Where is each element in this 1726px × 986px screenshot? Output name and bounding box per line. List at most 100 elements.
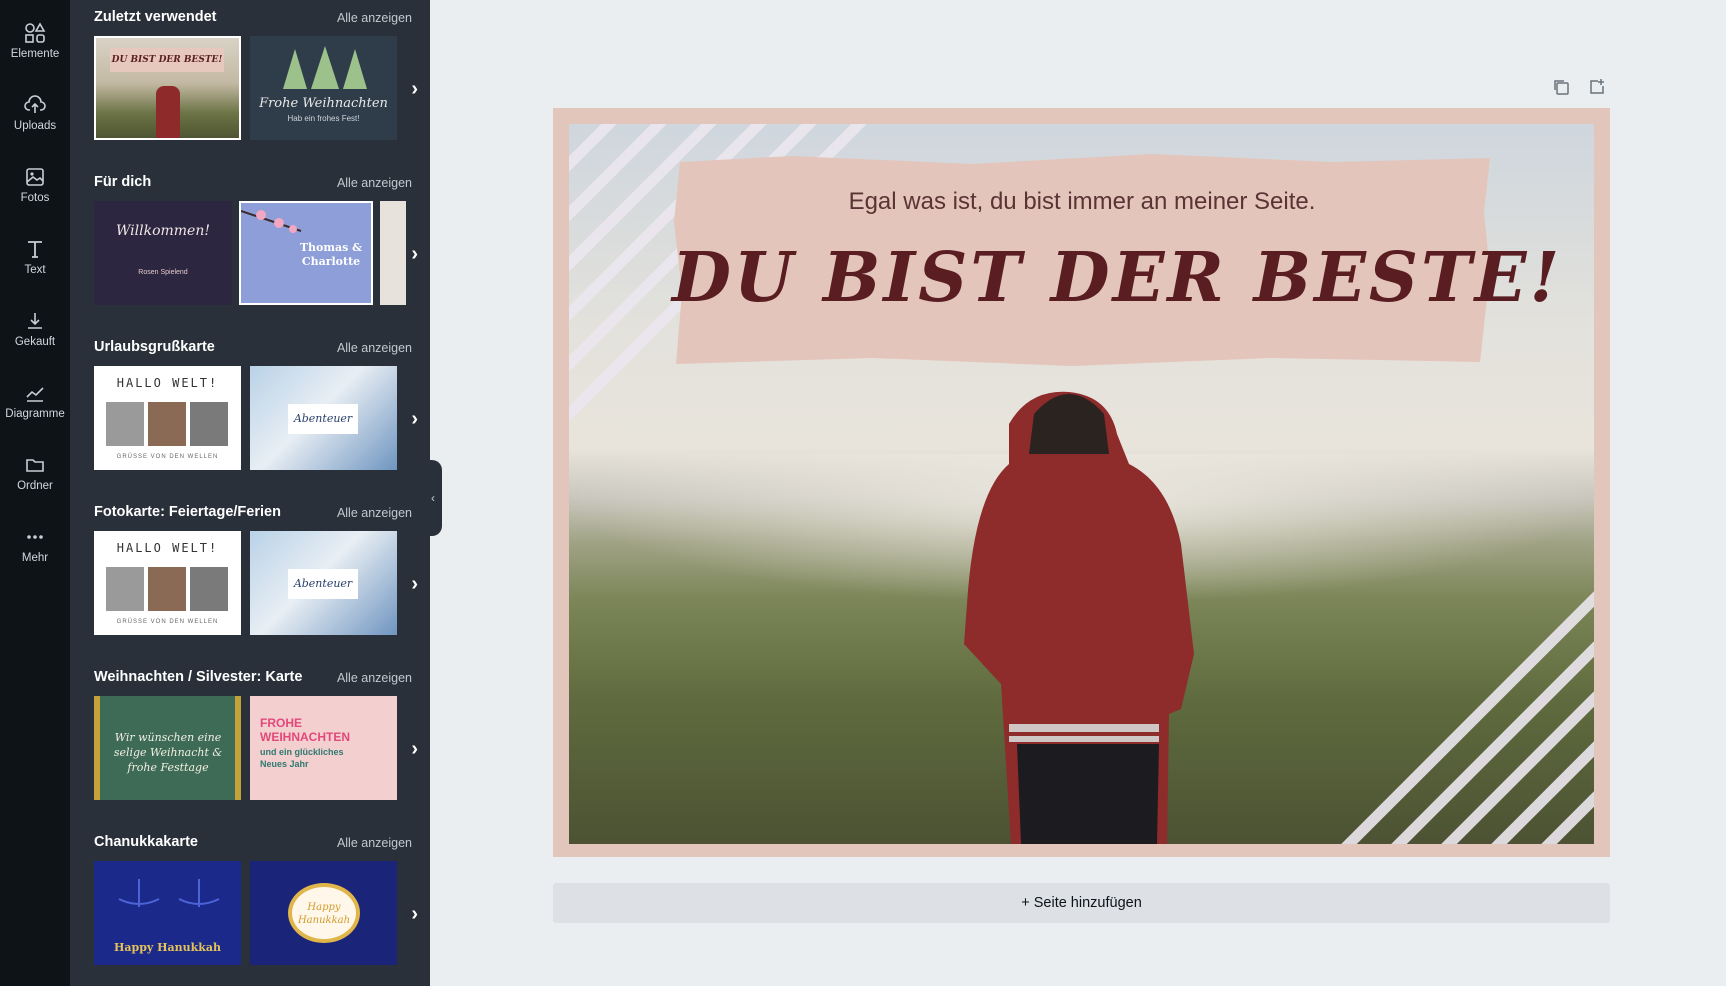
- thumb-subtitle: GRÜSSE VON DEN WELLEN: [116, 619, 219, 625]
- see-all-link[interactable]: Alle anzeigen: [337, 506, 412, 520]
- sidebar-item-gekauft[interactable]: Gekauft: [0, 298, 70, 360]
- thumb-title: Happy Hanukkah: [113, 941, 221, 954]
- scroll-right-arrow[interactable]: ›: [411, 903, 418, 926]
- thumb-title: HALLO WELT!: [116, 541, 219, 555]
- template-thumbnail[interactable]: HALLO WELT! GRÜSSE VON DEN WELLEN: [94, 531, 241, 635]
- section-title: Fotokarte: Feiertage/Ferien: [94, 504, 281, 520]
- more-icon: [27, 535, 43, 539]
- thumbnail-row: Happy Hanukkah Happy Hanukkah: [94, 861, 406, 966]
- chart-icon: [26, 387, 44, 402]
- thumb-title: Thomas & Charlotte: [299, 241, 363, 268]
- sidebar-item-diagramme[interactable]: Diagramme: [0, 370, 70, 432]
- sidebar-item-label: Gekauft: [14, 336, 56, 348]
- scroll-right-arrow[interactable]: ›: [411, 738, 418, 761]
- section-header: Fotokarte: Feiertage/Ferien Alle anzeige…: [94, 501, 412, 521]
- thumbnail-row: Wir wünschen eine selige Weihnacht & fro…: [94, 696, 406, 801]
- christmas-trees-icon: [283, 46, 367, 89]
- thumb-subtitle: und ein glückliches Neues Jahr: [260, 747, 344, 769]
- template-thumbnail[interactable]: HALLO WELT! GRÜSSE VON DEN WELLEN: [94, 366, 241, 470]
- template-thumbnail[interactable]: DU BIST DER BESTE!: [94, 36, 241, 140]
- sidebar-item-ordner[interactable]: Ordner: [0, 442, 70, 504]
- sidebar-item-label: Diagramme: [5, 408, 65, 420]
- thumb-subtitle: Hab ein frohes Fest!: [287, 114, 360, 123]
- card-subtitle[interactable]: Egal was ist, du bist immer an meiner Se…: [672, 188, 1492, 216]
- sidebar-item-mehr[interactable]: Mehr: [0, 514, 70, 576]
- thumb-banner: DU BIST DER BESTE!: [110, 48, 224, 72]
- text-icon: [28, 241, 42, 258]
- template-thumbnail[interactable]: Wir wünschen eine selige Weihnacht & fro…: [94, 696, 241, 800]
- section-photo-card: Fotokarte: Feiertage/Ferien Alle anzeige…: [70, 501, 430, 666]
- template-thumbnail[interactable]: Abenteuer: [250, 366, 397, 470]
- template-thumbnail[interactable]: Thomas & Charlotte: [239, 201, 373, 305]
- side-toolbar: Elemente Uploads Fotos Text Gekauft Diag…: [0, 0, 70, 986]
- template-thumbnail[interactable]: FROHE WEIHNACHTEN und ein glückliches Ne…: [250, 696, 397, 800]
- thumb-title: FROHE WEIHNACHTEN: [260, 716, 350, 744]
- download-icon: [28, 313, 42, 329]
- template-thumbnail[interactable]: Frohe Weihnachten Hab ein frohes Fest!: [250, 36, 397, 140]
- thumb-subtitle: GRÜSSE VON DEN WELLEN: [116, 454, 219, 460]
- template-thumbnail[interactable]: Happy Hanukkah: [94, 861, 241, 965]
- thumb-photo: [106, 567, 144, 611]
- cherry-blossom-icon: [241, 210, 302, 233]
- thumb-title: Happy Hanukkah: [297, 902, 351, 926]
- thumb-photo: [148, 567, 186, 611]
- thumb-title: DU BIST DER BESTE!: [111, 55, 223, 65]
- thumb-photo: [148, 402, 186, 446]
- thumb-badge: Happy Hanukkah: [288, 883, 360, 943]
- scroll-right-arrow[interactable]: ›: [411, 408, 418, 431]
- section-christmas-card: Weihnachten / Silvester: Karte Alle anze…: [70, 666, 430, 831]
- template-thumbnail[interactable]: Willkommen! Rosen Spielend: [94, 201, 232, 305]
- thumb-label-box: Abenteuer: [288, 569, 358, 599]
- thumb-title: Abenteuer: [293, 412, 353, 425]
- sidebar-item-elemente[interactable]: Elemente: [0, 10, 70, 72]
- section-header: Chanukkakarte Alle anzeigen: [94, 831, 412, 851]
- sidebar-item-label: Text: [24, 264, 46, 276]
- scroll-right-arrow[interactable]: ›: [411, 573, 418, 596]
- sidebar-item-label: Uploads: [13, 120, 57, 132]
- menorah-icon: [118, 879, 220, 907]
- sidebar-item-uploads[interactable]: Uploads: [0, 82, 70, 144]
- add-page-button[interactable]: + Seite hinzufügen: [553, 883, 1610, 923]
- thumb-label-box: Abenteuer: [288, 404, 358, 434]
- collapse-panel-button[interactable]: ‹: [424, 460, 442, 536]
- thumb-person: [156, 86, 180, 138]
- section-holiday-card: Urlaubsgrußkarte Alle anzeigen HALLO WEL…: [70, 336, 430, 501]
- scroll-right-arrow[interactable]: ›: [411, 78, 418, 101]
- scroll-right-arrow[interactable]: ›: [411, 243, 418, 266]
- elements-icon: [25, 22, 46, 43]
- template-panel: Zuletzt verwendet Alle anzeigen DU BIST …: [70, 0, 430, 986]
- thumbnail-row: HALLO WELT! GRÜSSE VON DEN WELLEN Abente…: [94, 531, 406, 636]
- section-header: Urlaubsgrußkarte Alle anzeigen: [94, 336, 412, 356]
- photo-icon: [26, 168, 44, 186]
- template-thumbnail[interactable]: Happy Hanukkah: [250, 861, 397, 965]
- duplicate-page-button[interactable]: [1552, 78, 1570, 101]
- section-title: Für dich: [94, 174, 152, 190]
- see-all-link[interactable]: Alle anzeigen: [337, 341, 412, 355]
- template-thumbnail[interactable]: Abenteuer: [250, 531, 397, 635]
- card-title[interactable]: DU BIST DER BESTE!: [672, 238, 1559, 318]
- section-header: Weihnachten / Silvester: Karte Alle anze…: [94, 666, 412, 686]
- section-title: Zuletzt verwendet: [94, 9, 217, 25]
- template-thumbnail[interactable]: [380, 201, 406, 305]
- title-banner[interactable]: Egal was ist, du bist immer an meiner Se…: [672, 152, 1559, 370]
- add-page-icon: [1590, 79, 1604, 94]
- thumb-photo: [190, 402, 228, 446]
- see-all-link[interactable]: Alle anzeigen: [337, 836, 412, 850]
- add-page-above-button[interactable]: [1588, 78, 1606, 101]
- thumb-photo: [190, 567, 228, 611]
- thumb-title: HALLO WELT!: [116, 376, 219, 390]
- see-all-link[interactable]: Alle anzeigen: [337, 11, 412, 25]
- see-all-link[interactable]: Alle anzeigen: [337, 671, 412, 685]
- section-header: Zuletzt verwendet Alle anzeigen: [94, 6, 412, 26]
- thumb-subtitle: Rosen Spielend: [138, 269, 188, 276]
- thumbnail-row: DU BIST DER BESTE! Frohe Weihnachten Hab…: [94, 36, 406, 141]
- thumb-title: Willkommen!: [116, 223, 210, 239]
- folder-icon: [26, 459, 44, 472]
- section-hanukkah-card: Chanukkakarte Alle anzeigen Happy Hanukk…: [70, 831, 430, 986]
- see-all-link[interactable]: Alle anzeigen: [337, 176, 412, 190]
- thumbnail-row: Willkommen! Rosen Spielend Thomas & Char…: [94, 201, 406, 306]
- sidebar-item-fotos[interactable]: Fotos: [0, 154, 70, 216]
- sidebar-item-text[interactable]: Text: [0, 226, 70, 288]
- sidebar-item-label: Elemente: [10, 48, 60, 60]
- section-title: Chanukkakarte: [94, 834, 198, 850]
